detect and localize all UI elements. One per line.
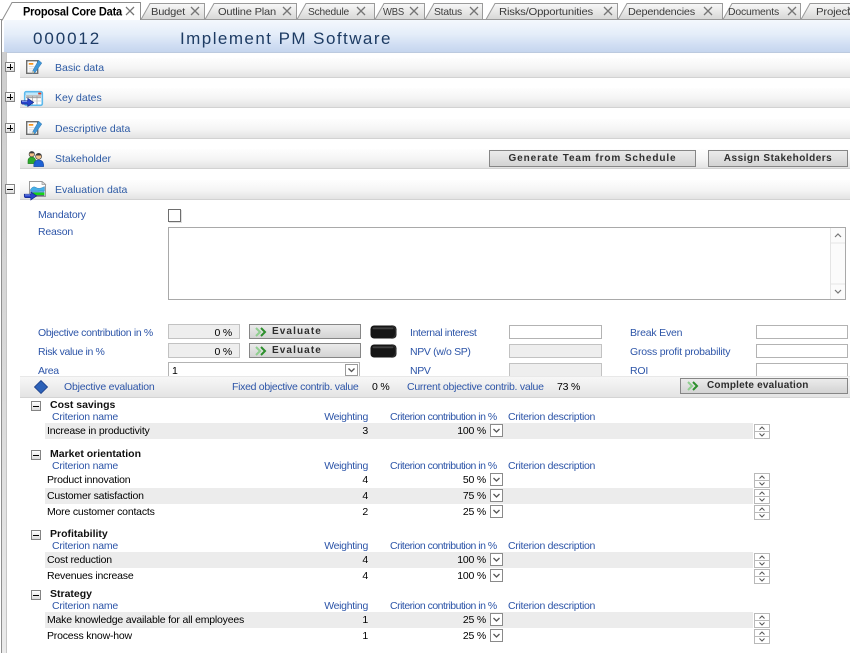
svg-text:Project: Project	[816, 6, 850, 18]
svg-text:Documents: Documents	[728, 6, 779, 18]
svg-text:Status: Status	[434, 6, 462, 18]
svg-text:Dependencies: Dependencies	[628, 6, 695, 18]
svg-text:Proposal Core Data: Proposal Core Data	[23, 5, 122, 19]
svg-text:Outline Plan: Outline Plan	[218, 6, 276, 18]
svg-text:Risks/Opportunities: Risks/Opportunities	[499, 6, 593, 18]
svg-text:Budget: Budget	[151, 6, 185, 18]
svg-text:WBS: WBS	[383, 6, 404, 18]
svg-text:Schedule: Schedule	[308, 6, 349, 18]
